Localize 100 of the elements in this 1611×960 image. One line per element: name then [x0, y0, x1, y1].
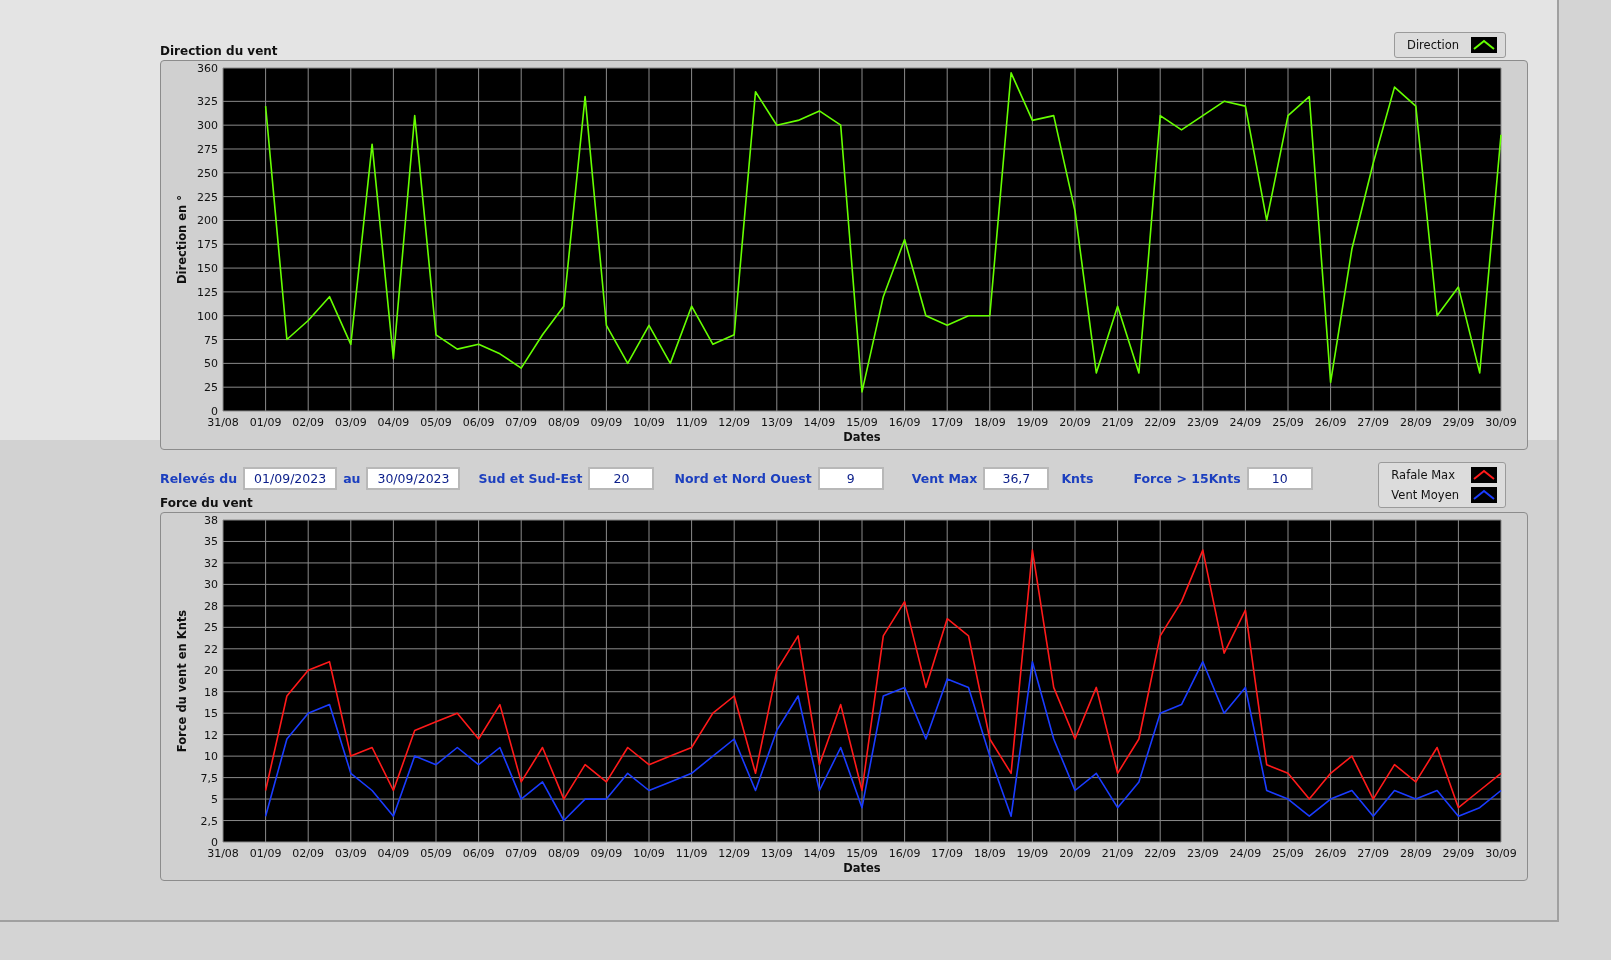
y-tick-label: 250	[197, 166, 218, 180]
input-field[interactable]: 01/09/2023	[243, 467, 338, 490]
x-tick-label: 27/09	[1357, 416, 1390, 429]
x-tick-label: 05/09	[420, 416, 452, 429]
y-tick-label: 275	[197, 143, 218, 156]
y-tick-label: 175	[197, 238, 218, 252]
y-axis-title: Direction en °	[175, 195, 189, 284]
chart-title: Force du vent	[160, 496, 254, 510]
y-tick-label: 10	[204, 750, 218, 764]
x-tick-label: 15/09	[846, 416, 878, 429]
line-swatch-icon	[1471, 37, 1497, 53]
field-label: Vent Max	[911, 471, 978, 486]
x-tick-label: 28/09	[1399, 416, 1432, 429]
x-tick-label: 07/09	[505, 416, 538, 429]
input-field[interactable]: 30/09/2023	[366, 467, 461, 490]
input-field[interactable]: 20	[588, 467, 655, 490]
x-tick-label: 10/09	[633, 416, 665, 429]
x-tick-label: 18/09	[973, 847, 1006, 860]
y-tick-label: 12	[204, 728, 218, 742]
input-field[interactable]: 9	[817, 467, 884, 490]
x-tick-label: 03/09	[334, 416, 367, 429]
x-tick-label: 29/09	[1442, 416, 1475, 429]
y-tick-label: 100	[197, 309, 218, 323]
x-tick-label: 12/09	[718, 416, 751, 429]
y-tick-label: 2,5	[200, 814, 218, 828]
x-tick-label: 04/09	[377, 416, 410, 429]
y-axis-title: Force du vent en Knts	[175, 609, 189, 753]
x-tick-label: 14/09	[803, 847, 836, 860]
y-tick-label: 7,5	[200, 771, 218, 785]
y-tick-label: 5	[211, 793, 218, 807]
x-tick-label: 24/09	[1229, 416, 1262, 429]
y-tick-label: 50	[204, 357, 218, 371]
y-tick-label: 360	[197, 62, 218, 75]
y-tick-label: 20	[204, 664, 218, 678]
field-label: Sud et Sud-Est	[478, 471, 583, 486]
x-tick-label: 26/09	[1314, 847, 1347, 860]
legend-label: Rafale Max	[1391, 468, 1455, 482]
y-tick-label: 38	[204, 514, 218, 527]
y-tick-label: 150	[197, 262, 218, 276]
unit-label: Knts	[1061, 471, 1094, 486]
x-tick-label: 09/09	[590, 416, 623, 429]
x-tick-label: 31/08	[207, 847, 239, 860]
x-tick-label: 27/09	[1357, 847, 1390, 860]
y-tick-label: 28	[204, 599, 218, 613]
x-tick-label: 29/09	[1442, 847, 1475, 860]
x-tick-label: 23/09	[1186, 847, 1219, 860]
x-tick-label: 01/09	[249, 847, 282, 860]
x-tick-label: 06/09	[462, 847, 495, 860]
line-swatch-icon	[1471, 487, 1497, 503]
y-tick-label: 125	[197, 285, 218, 299]
y-tick-label: 0	[211, 836, 218, 849]
x-tick-label: 30/09	[1485, 847, 1517, 860]
field-label: Nord et Nord Ouest	[674, 471, 812, 486]
x-tick-label: 02/09	[292, 847, 325, 860]
y-tick-label: 35	[204, 535, 218, 549]
x-tick-label: 22/09	[1144, 416, 1177, 429]
y-tick-label: 300	[197, 119, 218, 133]
x-tick-label: 25/09	[1272, 416, 1304, 429]
y-tick-label: 25	[204, 381, 218, 395]
x-tick-label: 03/09	[334, 847, 367, 860]
x-tick-label: 24/09	[1229, 847, 1262, 860]
y-tick-label: 18	[204, 685, 218, 699]
x-tick-label: 11/09	[675, 847, 708, 860]
y-tick-label: 25	[204, 621, 218, 635]
x-tick-label: 22/09	[1144, 847, 1177, 860]
chart-title: Direction du vent	[160, 44, 278, 58]
x-tick-label: 15/09	[846, 847, 878, 860]
x-tick-label: 21/09	[1101, 847, 1134, 860]
y-tick-label: 325	[197, 95, 218, 109]
x-tick-label: 18/09	[973, 416, 1006, 429]
y-tick-label: 200	[197, 214, 218, 228]
x-tick-label: 17/09	[931, 847, 964, 860]
x-axis-title: Dates	[843, 430, 881, 444]
x-tick-label: 14/09	[803, 416, 836, 429]
legend-label: Direction	[1407, 38, 1459, 52]
input-field[interactable]: 10	[1246, 467, 1313, 490]
x-tick-label: 05/09	[420, 847, 452, 860]
x-tick-label: 20/09	[1059, 416, 1091, 429]
x-tick-label: 06/09	[462, 416, 495, 429]
y-tick-label: 225	[197, 190, 218, 204]
x-tick-label: 16/09	[888, 847, 921, 860]
x-tick-label: 02/09	[292, 416, 325, 429]
x-tick-label: 20/09	[1059, 847, 1091, 860]
y-tick-label: 32	[204, 556, 218, 570]
x-tick-label: 16/09	[888, 416, 921, 429]
x-tick-label: 12/09	[718, 847, 751, 860]
x-tick-label: 04/09	[377, 847, 410, 860]
x-tick-label: 11/09	[675, 416, 708, 429]
input-field[interactable]: 36,7	[983, 467, 1050, 490]
x-tick-label: 08/09	[547, 416, 580, 429]
x-tick-label: 13/09	[760, 416, 793, 429]
x-tick-label: 28/09	[1399, 847, 1432, 860]
field-label: Relevés du	[160, 471, 238, 486]
x-tick-label: 30/09	[1485, 416, 1517, 429]
x-tick-label: 25/09	[1272, 847, 1304, 860]
x-tick-label: 19/09	[1016, 416, 1049, 429]
x-tick-label: 17/09	[931, 416, 964, 429]
x-tick-label: 23/09	[1186, 416, 1219, 429]
y-tick-label: 15	[204, 707, 218, 721]
x-tick-label: 13/09	[760, 847, 793, 860]
